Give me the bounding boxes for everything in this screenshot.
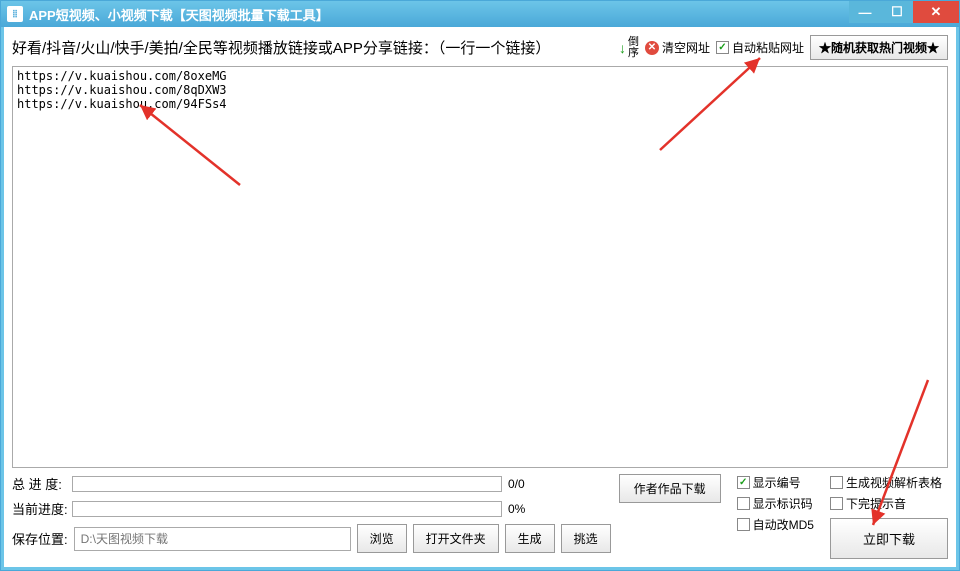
autopaste-checkbox[interactable]: 自动粘贴网址	[716, 39, 804, 56]
sound-label: 下完提示音	[846, 495, 906, 512]
checkbox-icon	[737, 518, 750, 531]
current-progress-text: 0%	[508, 502, 548, 516]
download-button[interactable]: 立即下载	[830, 518, 948, 559]
generate-button[interactable]: 生成	[505, 524, 555, 553]
sound-checkbox[interactable]: 下完提示音	[830, 495, 948, 512]
maximize-button[interactable]: ☐	[881, 1, 913, 23]
autopaste-label: 自动粘贴网址	[732, 39, 804, 56]
checkbox-icon	[830, 497, 843, 510]
show-number-checkbox[interactable]: 显示编号	[737, 474, 814, 491]
auto-md5-label: 自动改MD5	[753, 516, 814, 533]
clear-icon: ✕	[645, 41, 659, 55]
checkbox-icon	[716, 41, 729, 54]
current-progress-label: 当前进度:	[12, 499, 66, 518]
close-button[interactable]: ✕	[913, 1, 959, 23]
browse-button[interactable]: 浏览	[357, 524, 407, 553]
minimize-button[interactable]: —	[849, 1, 881, 23]
show-id-checkbox[interactable]: 显示标识码	[737, 495, 814, 512]
checkbox-icon	[737, 497, 750, 510]
clear-url-button[interactable]: ✕ 清空网址	[645, 39, 710, 56]
app-icon: ⦙⦙	[7, 6, 23, 22]
instruction-text: 好看/抖音/火山/快手/美拍/全民等视频播放链接或APP分享链接：（一行一个链接…	[12, 37, 550, 58]
save-location-input[interactable]	[74, 527, 351, 551]
save-location-label: 保存位置:	[12, 529, 68, 548]
clear-label: 清空网址	[662, 39, 710, 56]
checkbox-icon	[737, 476, 750, 489]
show-number-label: 显示编号	[753, 474, 801, 491]
reverse-label: 倒 序	[628, 37, 639, 59]
gen-table-checkbox[interactable]: 生成视频解析表格	[830, 474, 948, 491]
author-download-button[interactable]: 作者作品下载	[619, 474, 721, 503]
total-progress-label: 总 进 度:	[12, 474, 66, 493]
url-input-textarea[interactable]	[12, 66, 948, 468]
current-progress-bar	[72, 501, 502, 517]
open-folder-button[interactable]: 打开文件夹	[413, 524, 499, 553]
window-title: APP短视频、小视频下载【天图视频批量下载工具】	[29, 5, 849, 24]
random-hot-video-button[interactable]: ★随机获取热门视频★	[810, 35, 948, 60]
titlebar: ⦙⦙ APP短视频、小视频下载【天图视频批量下载工具】 — ☐ ✕	[1, 1, 959, 27]
auto-md5-checkbox[interactable]: 自动改MD5	[737, 516, 814, 533]
total-progress-bar	[72, 476, 502, 492]
down-arrow-icon: ↓	[619, 40, 626, 56]
gen-table-label: 生成视频解析表格	[846, 474, 942, 491]
pick-button[interactable]: 挑选	[561, 524, 611, 553]
show-id-label: 显示标识码	[753, 495, 813, 512]
reverse-order-button[interactable]: ↓ 倒 序	[619, 37, 639, 59]
checkbox-icon	[830, 476, 843, 489]
total-progress-text: 0/0	[508, 477, 548, 491]
